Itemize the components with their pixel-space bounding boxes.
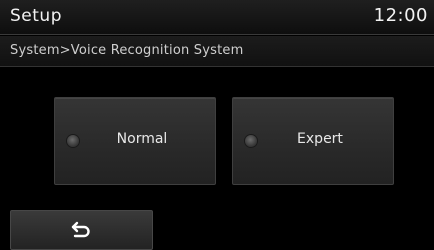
breadcrumb-text: System>Voice Recognition System [10,43,244,58]
back-button[interactable] [10,210,153,250]
normal-option-button[interactable]: Normal [54,97,216,185]
back-arrow-icon [71,221,90,238]
voice-recognition-setup-screen: Setup 12:00 System>Voice Recognition Sys… [0,0,434,250]
expert-option-button[interactable]: Expert [232,97,394,185]
page-title: Setup [10,6,62,26]
clock: 12:00 [373,5,428,26]
title-bar: Setup 12:00 [0,0,434,35]
breadcrumb: System>Voice Recognition System [0,36,434,67]
expert-option-label: Expert [297,131,343,147]
normal-option-label: Normal [116,131,168,147]
